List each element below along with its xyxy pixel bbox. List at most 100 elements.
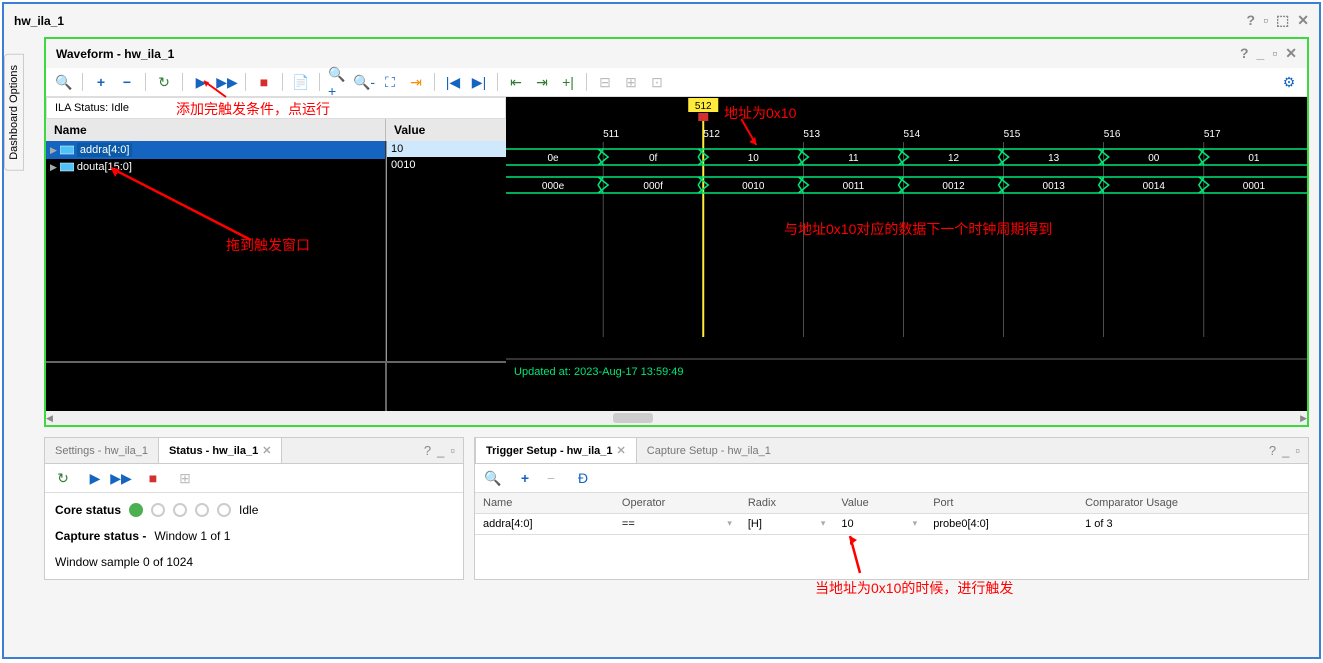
annotation-drag: 拖到触发窗口 — [226, 235, 310, 255]
capture-status-label: Capture status - — [55, 529, 146, 543]
tab-trigger-setup[interactable]: Trigger Setup - hw_ila_1✕ — [475, 438, 637, 463]
dashboard-options-tab[interactable]: Dashboard Options — [4, 54, 24, 171]
svg-text:515: 515 — [1004, 129, 1021, 140]
svg-text:0011: 0011 — [843, 181, 865, 192]
col-operator[interactable]: Operator — [614, 493, 740, 514]
close-icon[interactable]: ✕ — [262, 444, 271, 457]
status-led-icon — [151, 503, 165, 517]
col-value[interactable]: Value — [833, 493, 925, 514]
first-icon[interactable]: |◀ — [443, 72, 463, 92]
help-icon[interactable]: ? — [1247, 12, 1256, 29]
minus-icon[interactable]: − — [117, 72, 137, 92]
zoom-fit-icon[interactable]: ⛶ — [380, 72, 400, 92]
maximize-icon[interactable]: ⬚ — [1276, 12, 1289, 29]
trigger-value[interactable]: 10▾ — [833, 514, 925, 535]
svg-text:Updated at: 2023-Aug-17 13:59:: Updated at: 2023-Aug-17 13:59:49 — [514, 366, 684, 378]
tab-settings[interactable]: Settings - hw_ila_1 — [45, 439, 158, 463]
next-edge-icon[interactable]: ⇥ — [532, 72, 552, 92]
signal-value-row[interactable]: 10 — [387, 141, 506, 157]
run-fast-icon[interactable]: ▶▶ — [111, 468, 131, 488]
col-port[interactable]: Port — [925, 493, 1077, 514]
restore-icon[interactable]: ▫ — [1263, 12, 1268, 29]
run-icon[interactable]: ▶ — [85, 468, 105, 488]
disabled-icon: ⊟ — [595, 72, 615, 92]
refresh-icon[interactable]: ↻ — [154, 72, 174, 92]
tab-status[interactable]: Status - hw_ila_1✕ — [158, 438, 282, 463]
stop-icon[interactable]: ■ — [143, 468, 163, 488]
chevron-right-icon[interactable]: ▶ — [50, 145, 57, 156]
name-column-header[interactable]: Name — [46, 119, 386, 141]
chevron-down-icon: ▾ — [727, 518, 732, 529]
svg-text:514: 514 — [903, 129, 920, 140]
minimize-icon[interactable]: _ — [437, 443, 444, 458]
status-led-icon — [217, 503, 231, 517]
tab-capture-setup[interactable]: Capture Setup - hw_ila_1 — [637, 439, 781, 463]
plus-icon[interactable]: + — [91, 72, 111, 92]
search-icon[interactable]: 🔍 — [483, 468, 503, 488]
close-icon[interactable]: ✕ — [617, 444, 626, 457]
prev-edge-icon[interactable]: ⇤ — [506, 72, 526, 92]
close-icon[interactable]: ✕ — [1297, 12, 1309, 29]
signal-name[interactable]: addra[4:0] — [77, 143, 133, 157]
status-led-icon — [173, 503, 187, 517]
signal-row-douta[interactable]: ▶ douta[15:0] — [46, 159, 385, 175]
zoom-out-icon[interactable]: 🔍- — [354, 72, 374, 92]
chevron-down-icon: ▾ — [913, 518, 918, 529]
horizontal-scrollbar[interactable]: ◀▶ — [46, 411, 1307, 425]
svg-text:0010: 0010 — [742, 181, 765, 192]
trigger-port: probe0[4:0] — [925, 514, 1077, 535]
settings-icon[interactable]: ⚙ — [1279, 72, 1299, 92]
run-icon[interactable]: ▶ — [191, 72, 211, 92]
zoom-in-icon[interactable]: 🔍+ — [328, 72, 348, 92]
close-icon[interactable]: ✕ — [1285, 45, 1297, 62]
trigger-radix[interactable]: [H]▾ — [740, 514, 834, 535]
stop-icon[interactable]: ■ — [254, 72, 274, 92]
refresh-icon[interactable]: ↻ — [53, 468, 73, 488]
col-comparator[interactable]: Comparator Usage — [1077, 493, 1308, 514]
svg-text:01: 01 — [1248, 153, 1260, 164]
svg-text:000e: 000e — [542, 181, 565, 192]
col-radix[interactable]: Radix — [740, 493, 834, 514]
go-to-cursor-icon[interactable]: ⇥ — [406, 72, 426, 92]
col-name[interactable]: Name — [475, 493, 614, 514]
help-icon[interactable]: ? — [1269, 443, 1276, 458]
restore-icon[interactable]: ▫ — [1295, 443, 1300, 458]
trigger-operator[interactable]: ==▾ — [614, 514, 740, 535]
search-icon[interactable]: 🔍 — [54, 72, 74, 92]
minimize-icon[interactable]: _ — [1282, 443, 1289, 458]
restore-icon[interactable]: ▫ — [450, 443, 455, 458]
trigger-row[interactable]: addra[4:0] ==▾ [H]▾ 10▾ probe0[4:0] 1 of… — [475, 514, 1308, 535]
chevron-down-icon: ▾ — [821, 518, 826, 529]
chevron-right-icon[interactable]: ▶ — [50, 162, 57, 173]
svg-text:517: 517 — [1204, 129, 1221, 140]
add-marker-icon[interactable]: +| — [558, 72, 578, 92]
svg-text:0014: 0014 — [1143, 181, 1166, 192]
waveform-title: Waveform - hw_ila_1 — [56, 47, 174, 61]
help-icon[interactable]: ? — [424, 443, 431, 458]
window-sample: Window sample 0 of 1024 — [55, 555, 453, 569]
restore-icon[interactable]: ▫ — [1272, 45, 1277, 62]
edge-icon[interactable]: Ð — [573, 468, 593, 488]
plus-icon[interactable]: + — [515, 468, 535, 488]
disabled-icon: ⊞ — [175, 468, 195, 488]
status-panel: Settings - hw_ila_1 Status - hw_ila_1✕ ?… — [44, 437, 464, 580]
svg-text:0012: 0012 — [942, 181, 965, 192]
minus-icon: − — [541, 468, 561, 488]
signal-empty-area[interactable]: 拖到触发窗口 — [46, 175, 385, 315]
last-icon[interactable]: ▶| — [469, 72, 489, 92]
value-column-header[interactable]: Value — [386, 119, 506, 141]
disabled-icon: ⊡ — [647, 72, 667, 92]
signal-row-addra[interactable]: ▶ addra[4:0] — [46, 141, 385, 159]
run-fast-icon[interactable]: ▶▶ — [217, 72, 237, 92]
svg-text:11: 11 — [848, 153, 859, 164]
status-led-icon — [129, 503, 143, 517]
svg-text:0013: 0013 — [1043, 181, 1066, 192]
bus-icon — [60, 144, 74, 156]
export-icon[interactable]: 📄 — [291, 72, 311, 92]
waveform-display[interactable]: 地址为0x10 与地址0x10对应的数据下一个时钟周期得到 512 511 51… — [506, 97, 1307, 411]
signal-name[interactable]: douta[15:0] — [77, 161, 132, 173]
minimize-icon[interactable]: _ — [1257, 45, 1265, 62]
status-led-icon — [195, 503, 209, 517]
signal-value-row[interactable]: 0010 — [387, 157, 506, 173]
help-icon[interactable]: ? — [1240, 45, 1249, 62]
